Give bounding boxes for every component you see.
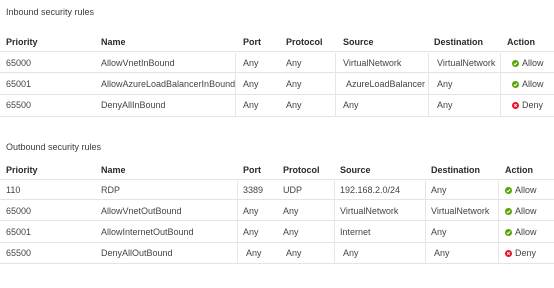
- action-label: Allow: [515, 227, 537, 237]
- source-cell: AzureLoadBalancer: [346, 79, 426, 89]
- divider: [0, 51, 554, 52]
- check-circle-icon: [505, 207, 512, 215]
- check-circle-icon: [512, 59, 519, 67]
- destination-cell: Any: [437, 100, 453, 110]
- column-divider: [428, 53, 429, 116]
- action-label: Deny: [522, 100, 544, 110]
- port-cell: Any: [243, 58, 259, 68]
- name-cell: DenyAllInBound: [101, 100, 166, 110]
- action-cell: Allow: [505, 185, 537, 195]
- name-cell: AllowAzureLoadBalancerInBound: [101, 79, 236, 89]
- name-cell: AllowInternetOutBound: [101, 227, 194, 237]
- port-cell: Any: [243, 227, 259, 237]
- column-divider: [235, 53, 236, 116]
- action-label: Allow: [522, 58, 544, 68]
- port-cell: Any: [243, 100, 259, 110]
- column-header-port[interactable]: Port: [243, 37, 261, 47]
- divider: [0, 199, 554, 200]
- name-cell: RDP: [101, 185, 121, 195]
- outbound-section-title: Outbound security rules: [6, 142, 102, 152]
- column-header-priority[interactable]: Priority: [6, 37, 38, 47]
- column-header-port[interactable]: Port: [243, 165, 261, 175]
- x-circle-icon: [505, 249, 512, 257]
- destination-cell: VirtualNetwork: [437, 58, 496, 68]
- name-cell: AllowVnetOutBound: [101, 206, 182, 216]
- protocol-cell: Any: [286, 100, 302, 110]
- column-divider: [425, 181, 426, 263]
- priority-cell: 65001: [6, 227, 32, 237]
- source-cell: Internet: [340, 227, 371, 237]
- divider: [0, 116, 554, 117]
- column-header-name[interactable]: Name: [101, 165, 126, 175]
- port-cell: Any: [246, 248, 262, 258]
- divider: [0, 179, 554, 180]
- action-cell: Allow: [512, 79, 544, 89]
- name-cell: DenyAllOutBound: [101, 248, 173, 258]
- protocol-cell: Any: [283, 206, 299, 216]
- column-header-source[interactable]: Source: [340, 165, 371, 175]
- column-header-priority[interactable]: Priority: [6, 165, 38, 175]
- destination-cell: Any: [431, 227, 447, 237]
- action-label: Deny: [515, 248, 537, 258]
- source-cell: VirtualNetwork: [343, 58, 402, 68]
- column-divider: [237, 181, 238, 263]
- port-cell: 3389: [243, 185, 264, 195]
- column-divider: [500, 53, 501, 116]
- source-cell: Any: [343, 100, 359, 110]
- action-cell: Allow: [505, 227, 537, 237]
- port-cell: Any: [243, 79, 259, 89]
- x-circle-icon: [512, 101, 519, 109]
- protocol-cell: Any: [286, 79, 302, 89]
- destination-cell: Any: [437, 79, 453, 89]
- priority-cell: 65500: [6, 248, 32, 258]
- column-header-action[interactable]: Action: [507, 37, 535, 47]
- column-header-source[interactable]: Source: [343, 37, 374, 47]
- divider: [0, 94, 554, 95]
- column-header-destination[interactable]: Destination: [434, 37, 483, 47]
- divider: [0, 242, 554, 243]
- source-cell: Any: [343, 248, 359, 258]
- inbound-section-title: Inbound security rules: [6, 7, 95, 17]
- destination-cell: VirtualNetwork: [431, 206, 490, 216]
- column-header-protocol[interactable]: Protocol: [286, 37, 323, 47]
- column-header-protocol[interactable]: Protocol: [283, 165, 320, 175]
- destination-cell: Any: [431, 185, 447, 195]
- priority-cell: 65500: [6, 100, 32, 110]
- port-cell: Any: [243, 206, 259, 216]
- source-cell: 192.168.2.0/24: [340, 185, 401, 195]
- divider: [0, 263, 554, 264]
- column-header-name[interactable]: Name: [101, 37, 126, 47]
- protocol-cell: UDP: [283, 185, 303, 195]
- check-circle-icon: [505, 186, 512, 194]
- column-header-destination[interactable]: Destination: [431, 165, 480, 175]
- divider: [0, 220, 554, 221]
- column-divider: [335, 53, 336, 116]
- column-header-action[interactable]: Action: [505, 165, 533, 175]
- protocol-cell: Any: [283, 227, 299, 237]
- divider: [0, 72, 554, 73]
- source-cell: VirtualNetwork: [340, 206, 399, 216]
- action-cell: Deny: [512, 100, 543, 110]
- protocol-cell: Any: [286, 58, 302, 68]
- action-cell: Allow: [512, 58, 544, 68]
- destination-cell: Any: [434, 248, 450, 258]
- action-label: Allow: [522, 79, 544, 89]
- check-circle-icon: [512, 80, 519, 88]
- priority-cell: 65000: [6, 206, 32, 216]
- action-cell: Allow: [505, 206, 537, 216]
- action-cell: Deny: [505, 248, 536, 258]
- action-label: Allow: [515, 185, 537, 195]
- column-divider: [498, 181, 499, 263]
- protocol-cell: Any: [286, 248, 302, 258]
- name-cell: AllowVnetInBound: [101, 58, 175, 68]
- priority-cell: 65001: [6, 79, 32, 89]
- column-divider: [334, 181, 335, 263]
- check-circle-icon: [505, 228, 512, 236]
- priority-cell: 110: [6, 185, 21, 195]
- priority-cell: 65000: [6, 58, 32, 68]
- action-label: Allow: [515, 206, 537, 216]
